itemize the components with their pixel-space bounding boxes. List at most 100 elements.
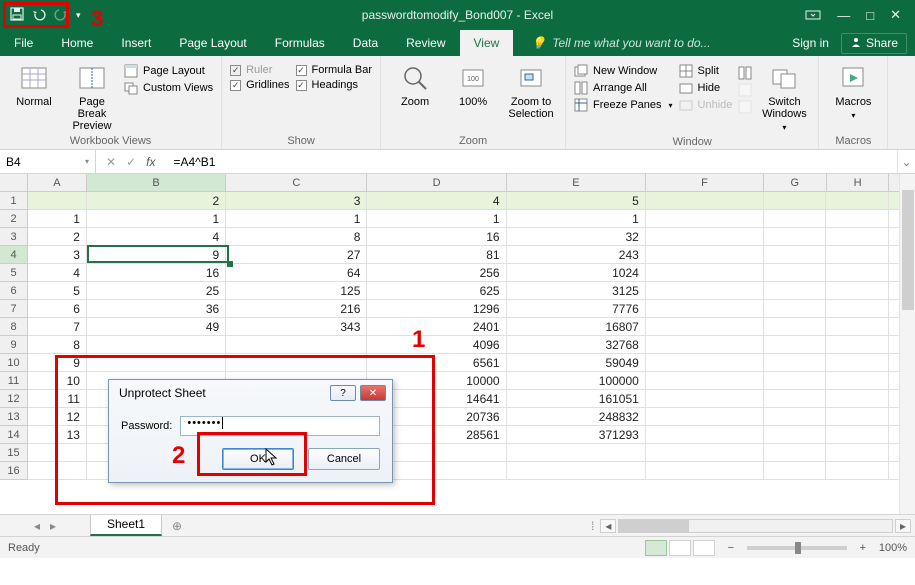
cell[interactable] [646,210,764,228]
tell-me-search[interactable]: 💡 Tell me what you want to do... [513,30,710,56]
row-header[interactable]: 1 [0,192,28,210]
cell[interactable]: 16 [367,228,506,246]
normal-view-button[interactable]: Normal [8,60,60,108]
tab-data[interactable]: Data [339,30,392,56]
fx-icon[interactable]: fx [146,155,155,169]
cell[interactable] [764,354,827,372]
cell[interactable]: 25 [87,282,226,300]
zoom-100-button[interactable]: 100100% [447,60,499,108]
col-header-C[interactable]: C [226,174,367,192]
cell[interactable]: 5 [507,192,646,210]
cell[interactable]: 2401 [367,318,506,336]
col-header-A[interactable]: A [28,174,87,192]
cell[interactable]: 36 [87,300,226,318]
select-all-corner[interactable] [0,174,28,192]
password-input[interactable]: ••••••• [180,416,380,436]
custom-views-button[interactable]: Custom Views [124,81,213,95]
col-header-G[interactable]: G [764,174,827,192]
row-header[interactable]: 3 [0,228,28,246]
cell[interactable] [646,426,764,444]
cell[interactable]: 9 [87,246,226,264]
normal-view-icon[interactable] [645,540,667,556]
cell[interactable]: 243 [507,246,646,264]
cell[interactable] [826,318,889,336]
cell[interactable] [646,390,764,408]
row-header[interactable]: 13 [0,408,28,426]
zoom-slider[interactable] [747,546,847,550]
switch-windows-button[interactable]: Switch Windows▾ [758,60,810,134]
cell[interactable] [646,444,764,462]
cell[interactable] [87,354,226,372]
row-header[interactable]: 9 [0,336,28,354]
split-button[interactable]: Split [679,64,733,78]
cell[interactable]: 1 [367,210,506,228]
cell[interactable]: 27 [226,246,367,264]
side-by-side-icon[interactable] [738,66,752,80]
cell[interactable]: 216 [226,300,367,318]
cell[interactable]: 161051 [507,390,646,408]
col-header-F[interactable]: F [646,174,764,192]
cell[interactable] [764,210,827,228]
headings-checkbox[interactable]: Headings [296,79,373,91]
sign-in-link[interactable]: Sign in [792,36,829,50]
row-header[interactable]: 6 [0,282,28,300]
zoom-selection-button[interactable]: Zoom to Selection [505,60,557,120]
cell[interactable]: 625 [367,282,506,300]
cell[interactable]: 371293 [507,426,646,444]
qat-dropdown-icon[interactable]: ▾ [76,10,81,21]
cell[interactable] [764,408,827,426]
cell[interactable]: 81 [367,246,506,264]
cell[interactable]: 8 [28,336,87,354]
cell[interactable] [764,318,827,336]
cell[interactable] [826,264,889,282]
row-header[interactable]: 10 [0,354,28,372]
cell[interactable] [826,282,889,300]
cell[interactable]: 7 [28,318,87,336]
cell[interactable] [28,192,87,210]
row-header[interactable]: 5 [0,264,28,282]
cell[interactable]: 4 [87,228,226,246]
page-layout-button[interactable]: Page Layout [124,64,213,78]
maximize-icon[interactable]: □ [866,8,874,23]
cell[interactable] [764,192,827,210]
cell[interactable] [507,462,646,480]
cell[interactable] [646,372,764,390]
row-header[interactable]: 14 [0,426,28,444]
cell[interactable] [826,228,889,246]
cell[interactable] [826,246,889,264]
tab-formulas[interactable]: Formulas [261,30,339,56]
cell[interactable]: 256 [367,264,506,282]
cell[interactable] [764,462,827,480]
row-header[interactable]: 8 [0,318,28,336]
cell[interactable]: 3 [28,246,87,264]
cell[interactable] [826,408,889,426]
cell[interactable]: 6561 [367,354,506,372]
cell[interactable]: 3 [226,192,367,210]
cell[interactable] [646,336,764,354]
cell[interactable] [826,210,889,228]
share-button[interactable]: Share [841,33,907,54]
col-header-E[interactable]: E [507,174,646,192]
arrange-all-button[interactable]: Arrange All [574,81,673,95]
vertical-scrollbar[interactable] [899,174,915,514]
cell[interactable] [646,192,764,210]
cell[interactable] [646,282,764,300]
cancel-button[interactable]: Cancel [308,448,380,470]
cell[interactable]: 1 [507,210,646,228]
cell[interactable] [87,336,226,354]
cell[interactable]: 1 [226,210,367,228]
row-header[interactable]: 11 [0,372,28,390]
cell[interactable]: 2 [87,192,226,210]
cell[interactable]: 4 [28,264,87,282]
cell[interactable]: 4096 [367,336,506,354]
cell[interactable] [826,372,889,390]
cell[interactable] [646,228,764,246]
cell[interactable] [646,408,764,426]
page-layout-view-icon[interactable] [669,540,691,556]
cell[interactable] [826,426,889,444]
cell[interactable]: 13 [28,426,87,444]
tab-review[interactable]: Review [392,30,459,56]
row-header[interactable]: 16 [0,462,28,480]
cell[interactable]: 343 [226,318,367,336]
cell[interactable]: 125 [226,282,367,300]
